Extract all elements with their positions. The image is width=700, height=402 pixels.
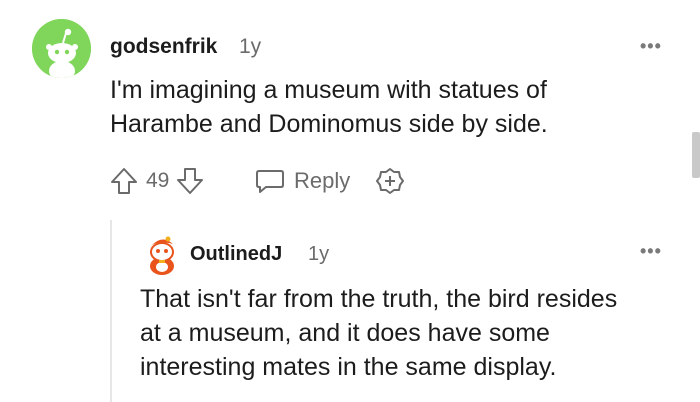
comment-author[interactable]: OutlinedJ (190, 243, 282, 266)
upvote-icon[interactable] (109, 166, 139, 196)
snoo-avatar-icon (150, 236, 174, 275)
comment-body: That isn't far from the truth, the bird … (140, 282, 617, 384)
more-options-icon[interactable]: ••• (640, 241, 662, 262)
thread-line[interactable] (110, 220, 112, 402)
reply-label: Reply (294, 168, 351, 193)
avatar[interactable] (32, 19, 91, 78)
snoo-avatar-icon (32, 19, 91, 78)
avatar[interactable] (141, 234, 183, 276)
reply-button[interactable]: Reply (254, 166, 350, 196)
more-options-icon[interactable]: ••• (640, 36, 662, 57)
comment-body: I'm imagining a museum with statues of H… (110, 73, 548, 141)
vote-count: 49 (146, 169, 170, 192)
comment-body-line: at a museum, and it does have some (140, 319, 550, 347)
comment-body-line: Harambe and Dominomus side by side. (110, 110, 548, 138)
vote-controls: 49 (109, 166, 205, 196)
comment-body-line: I'm imagining a museum with statues of (110, 76, 547, 104)
comment-bubble-icon (256, 170, 284, 193)
downvote-icon[interactable] (175, 166, 205, 196)
comment-age: 1y (239, 35, 262, 58)
award-plus-icon (376, 168, 404, 194)
comment-age: 1y (308, 243, 330, 265)
comment-body-line: That isn't far from the truth, the bird … (140, 285, 618, 313)
comment-body-line: interesting mates in the same display. (140, 353, 557, 381)
comment-author[interactable]: godsenfrik (110, 35, 217, 59)
scrollbar-thumb[interactable] (692, 132, 700, 178)
award-button[interactable] (374, 166, 406, 201)
